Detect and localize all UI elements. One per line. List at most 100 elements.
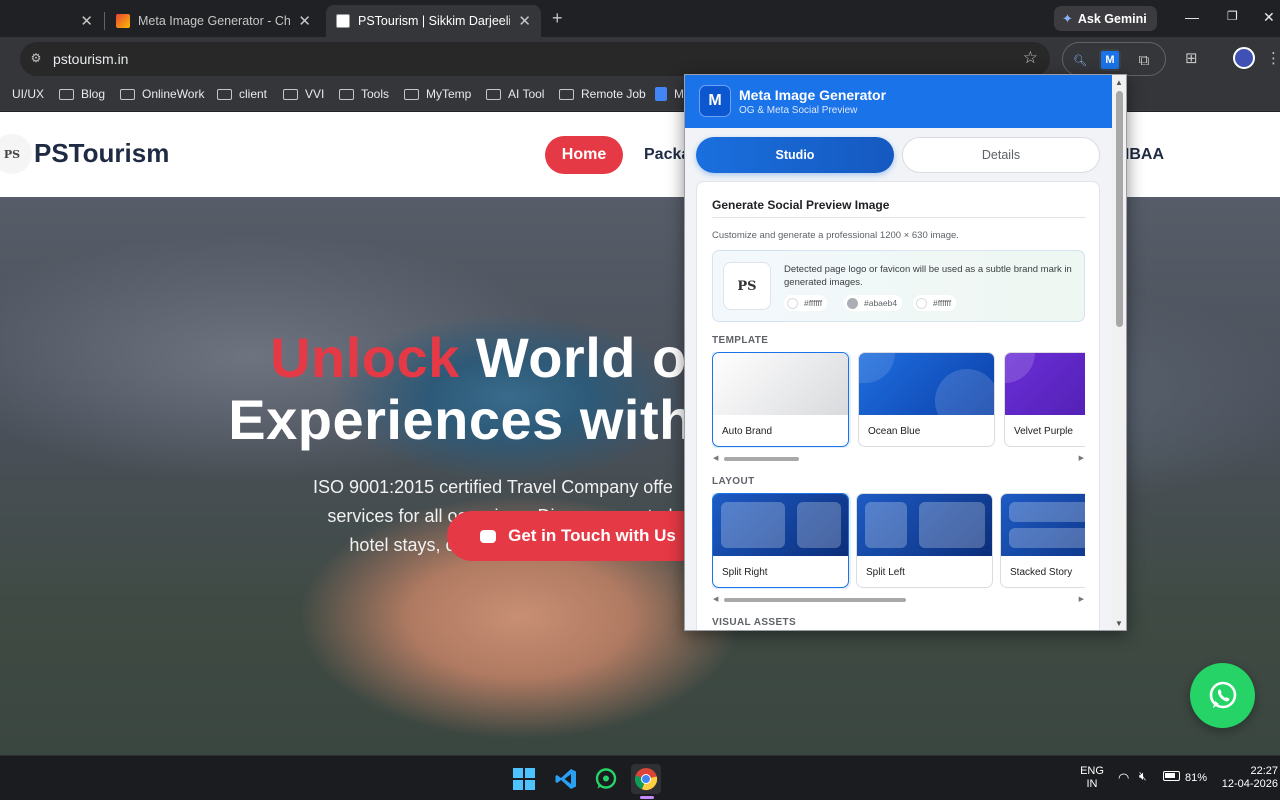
site-brand[interactable]: PSTourism bbox=[34, 138, 169, 169]
scroll-left-icon[interactable]: ◀ bbox=[713, 454, 718, 462]
bookmark-mytemp[interactable]: MyTemp bbox=[404, 87, 471, 101]
vscode-logo-icon bbox=[555, 769, 576, 789]
bookmark-tools[interactable]: Tools bbox=[339, 87, 389, 101]
scroll-right-icon[interactable]: ▶ bbox=[1079, 595, 1084, 603]
chrome-icon[interactable] bbox=[631, 764, 661, 794]
color-chip[interactable]: #abaeb4 bbox=[844, 295, 903, 311]
new-tab-icon[interactable]: + bbox=[552, 8, 563, 29]
visual-assets-section-label: VISUAL ASSETS bbox=[712, 617, 797, 628]
gemini-sparkle-icon: ✦ bbox=[1062, 10, 1073, 26]
color-swatch bbox=[787, 297, 798, 309]
scroll-thumb[interactable] bbox=[1116, 91, 1123, 327]
profile-avatar[interactable] bbox=[1233, 47, 1255, 69]
popup-vertical-scrollbar[interactable]: ▲ ▼ bbox=[1112, 75, 1126, 630]
search-extension-icon[interactable]: 🔍︎ bbox=[1069, 49, 1091, 71]
template-preview bbox=[1005, 353, 1085, 415]
bookmark-star-icon[interactable]: ☆ bbox=[1023, 48, 1038, 68]
scroll-left-icon[interactable]: ◀ bbox=[713, 595, 718, 603]
template-velvet-purple[interactable]: Velvet Purple bbox=[1004, 352, 1085, 447]
restore-icon[interactable]: ❐ bbox=[1227, 9, 1238, 23]
meta-image-generator-extension-icon[interactable]: M bbox=[1099, 49, 1121, 71]
tab-meta-image-generator[interactable]: Meta Image Generator - Chrom ✕ bbox=[106, 5, 321, 37]
bookmark-uiux[interactable]: UI/UX bbox=[12, 87, 44, 101]
folder-icon bbox=[486, 88, 501, 100]
bookmark-ai-tool[interactable]: AI Tool bbox=[486, 87, 544, 101]
layout-split-left[interactable]: Split Left bbox=[856, 493, 993, 588]
extensions-group: 🔍︎ M ⧉ bbox=[1062, 42, 1166, 76]
more-menu-icon[interactable]: ⋮ bbox=[1266, 49, 1280, 67]
close-tab-icon[interactable]: ✕ bbox=[518, 12, 531, 30]
bookmark-onlinework[interactable]: OnlineWork bbox=[120, 87, 204, 101]
whatsapp-app-icon[interactable] bbox=[591, 764, 621, 794]
folder-icon bbox=[559, 88, 574, 100]
preview-block bbox=[721, 502, 785, 548]
close-tab-icon[interactable]: ✕ bbox=[80, 12, 93, 30]
layout-options: Split Right Split Left Stacked Story bbox=[712, 493, 1085, 589]
preview-shape bbox=[859, 353, 895, 383]
folder-icon bbox=[59, 88, 74, 100]
speaker-muted-icon[interactable]: 🔇︎ bbox=[1139, 770, 1147, 783]
tab-strip: ✕ Meta Image Generator - Chrom ✕ PSTouri… bbox=[0, 0, 1280, 37]
template-auto-brand[interactable]: Auto Brand bbox=[712, 352, 849, 447]
clock[interactable]: 22:27 12-04-2026 bbox=[1216, 765, 1278, 791]
preview-block bbox=[1009, 502, 1085, 522]
scroll-thumb[interactable] bbox=[724, 598, 906, 602]
scroll-down-icon[interactable]: ▼ bbox=[1115, 619, 1123, 628]
tab-studio[interactable]: Studio bbox=[696, 137, 894, 173]
template-ocean-blue[interactable]: Ocean Blue bbox=[858, 352, 995, 447]
template-preview bbox=[713, 353, 848, 415]
battery-icon[interactable] bbox=[1163, 771, 1180, 781]
language-indicator[interactable]: ENG IN bbox=[1078, 765, 1106, 791]
tab-details[interactable]: Details bbox=[902, 137, 1100, 173]
folder-icon bbox=[120, 88, 135, 100]
color-chip[interactable]: #ffffff bbox=[913, 295, 957, 311]
layout-split-right[interactable]: Split Right bbox=[712, 493, 849, 588]
whatsapp-logo-icon bbox=[595, 768, 617, 789]
get-in-touch-button[interactable]: Get in Touch with Us bbox=[447, 511, 709, 561]
bookmark-blog[interactable]: Blog bbox=[59, 87, 105, 101]
site-info-icon[interactable]: ⚙ bbox=[28, 51, 44, 67]
url-text[interactable]: pstourism.in bbox=[53, 51, 128, 67]
layout-stacked-story[interactable]: Stacked Story bbox=[1000, 493, 1085, 588]
color-swatch bbox=[847, 297, 858, 309]
color-chip[interactable]: #ffffff bbox=[784, 295, 828, 311]
layout-horizontal-scrollbar[interactable]: ◀ ▶ bbox=[712, 596, 1085, 604]
preview-block bbox=[865, 502, 907, 548]
layout-preview bbox=[1001, 494, 1085, 556]
tab-search-icon[interactable]: ⊞ bbox=[1185, 49, 1198, 67]
windows-start-icon[interactable] bbox=[509, 764, 539, 794]
template-horizontal-scrollbar[interactable]: ◀ ▶ bbox=[712, 455, 1085, 463]
extensions-puzzle-icon[interactable]: ⧉ bbox=[1133, 49, 1155, 71]
scroll-right-icon[interactable]: ▶ bbox=[1079, 454, 1084, 462]
card-description: Customize and generate a professional 12… bbox=[712, 230, 959, 241]
minimize-icon[interactable]: — bbox=[1185, 9, 1199, 25]
tab-favicon-icon bbox=[116, 14, 130, 28]
template-preview bbox=[859, 353, 994, 433]
layout-preview bbox=[857, 494, 992, 556]
ask-gemini-button[interactable]: ✦ Ask Gemini bbox=[1054, 6, 1157, 31]
bookmark-client[interactable]: client bbox=[217, 87, 267, 101]
wifi-icon[interactable]: ◠ bbox=[1118, 771, 1129, 784]
chrome-logo-icon bbox=[634, 768, 658, 791]
active-app-indicator bbox=[640, 796, 654, 799]
close-tab-icon[interactable]: ✕ bbox=[298, 12, 311, 30]
folder-icon bbox=[404, 88, 419, 100]
detected-logo-panel: PS Detected page logo or favicon will be… bbox=[712, 250, 1085, 322]
scroll-thumb[interactable] bbox=[724, 457, 799, 461]
nav-home[interactable]: Home bbox=[545, 136, 623, 174]
tab-pstourism[interactable]: PSTourism | Sikkim Darjeeling K ✕ bbox=[326, 5, 541, 37]
template-section-label: TEMPLATE bbox=[712, 335, 769, 346]
popup-header: M Meta Image Generator OG & Meta Social … bbox=[685, 75, 1112, 128]
whatsapp-button[interactable] bbox=[1190, 663, 1255, 728]
bookmark-vvi[interactable]: VVI bbox=[283, 87, 324, 101]
scroll-up-icon[interactable]: ▲ bbox=[1115, 78, 1123, 87]
generate-card: Generate Social Preview Image Customize … bbox=[696, 181, 1100, 630]
vscode-icon[interactable] bbox=[551, 764, 581, 794]
bookmark-doc[interactable]: M bbox=[655, 87, 684, 101]
site-logo[interactable]: PS bbox=[0, 134, 32, 174]
close-window-icon[interactable]: ✕ bbox=[1263, 9, 1275, 26]
address-bar[interactable]: ⚙ pstourism.in ☆ bbox=[20, 42, 1050, 76]
bookmark-remote-job[interactable]: Remote Job bbox=[559, 87, 646, 101]
battery-percent: 81% bbox=[1185, 772, 1208, 784]
tab-partial[interactable]: ✕ bbox=[0, 5, 103, 37]
